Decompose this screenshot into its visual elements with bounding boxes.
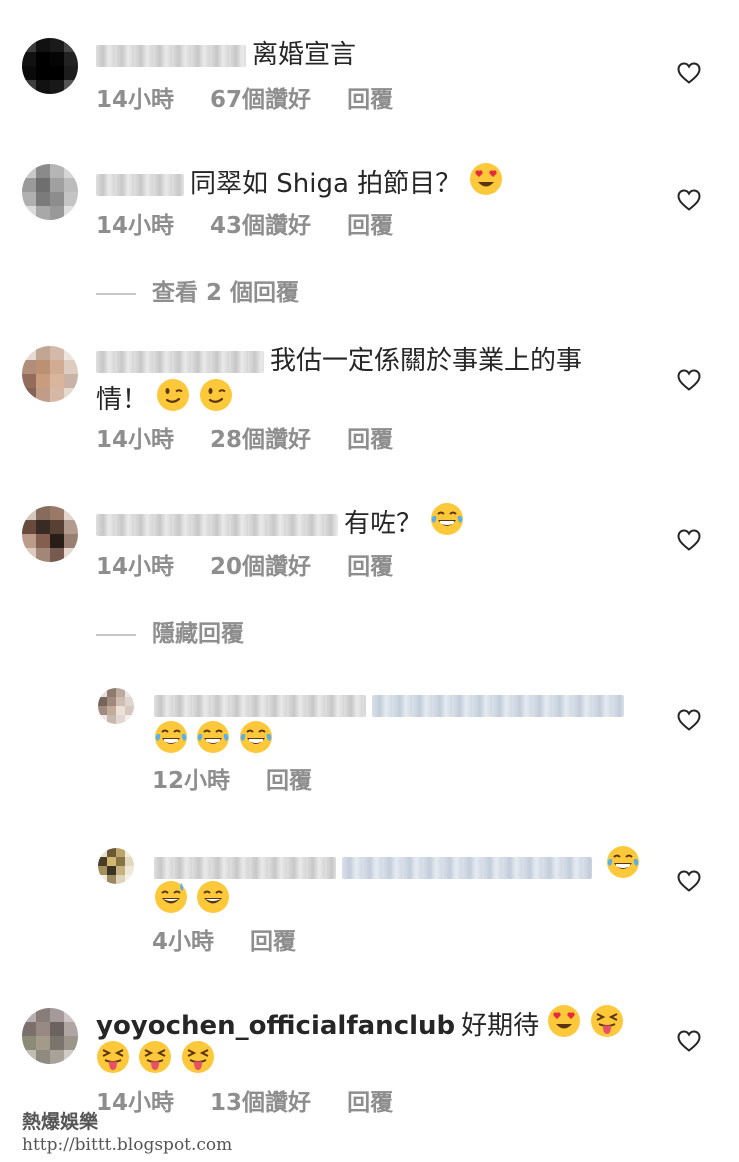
view-replies-button[interactable]: 查看 2 個回覆 — [96, 277, 299, 309]
blurred-username[interactable] — [96, 173, 184, 196]
comment-meta: 14小時 43個讚好 回覆 — [96, 210, 421, 242]
watermark-url: http://bittt.blogspot.com — [22, 1135, 233, 1155]
reply-button[interactable]: 回覆 — [266, 768, 312, 794]
avatar[interactable] — [22, 164, 78, 220]
blurred-username[interactable] — [154, 856, 336, 879]
grin-sweat-emoji-icon — [154, 880, 188, 925]
heart-icon[interactable] — [677, 1030, 701, 1052]
comment-time: 14小時 — [96, 213, 175, 239]
blurred-mention[interactable] — [342, 856, 592, 879]
wink-emoji-icon — [156, 378, 190, 423]
comment-text: 我估一定係關於事業上的事 — [96, 342, 582, 380]
comment-meta: 14小時 67個讚好 回覆 — [96, 84, 421, 116]
laugh-tears-emoji-icon — [430, 502, 464, 547]
laugh-tears-emoji-icon — [606, 845, 640, 890]
comment-text: 同翠如 Shiga 拍節目？ — [96, 162, 503, 207]
avatar[interactable] — [98, 848, 134, 884]
blurred-username[interactable] — [96, 350, 264, 373]
divider — [96, 292, 136, 295]
comment-text-continued: 情！ — [96, 378, 233, 423]
comment-time: 14小時 — [96, 427, 175, 453]
heart-icon[interactable] — [677, 870, 701, 892]
heart-icon[interactable] — [677, 62, 701, 84]
watermark-title: 熱爆娛樂 — [22, 1111, 99, 1133]
reply-button[interactable]: 回覆 — [347, 427, 393, 453]
watermark: 熱爆娛樂 http://bittt.blogspot.com — [22, 1110, 232, 1156]
laugh-tears-emoji-icon — [239, 720, 273, 765]
reply-button[interactable]: 回覆 — [347, 87, 393, 113]
comment-likes[interactable]: 43個讚好 — [210, 213, 311, 239]
avatar[interactable] — [22, 1008, 78, 1064]
heart-icon[interactable] — [677, 709, 701, 731]
tongue-wink-emoji-icon — [181, 1040, 215, 1085]
comment-time: 14小時 — [96, 554, 175, 580]
tongue-wink-emoji-icon — [138, 1040, 172, 1085]
comment-text: 离婚宣言 — [96, 36, 356, 74]
reply-button[interactable]: 回覆 — [347, 1090, 393, 1116]
wink-emoji-icon — [199, 378, 233, 423]
comment-meta: 14小時 28個讚好 回覆 — [96, 424, 421, 456]
reply-time: 4小時 — [152, 929, 215, 955]
reply-meta: 4小時 回覆 — [152, 926, 324, 958]
comment-emoji-line — [96, 1040, 215, 1085]
comment-text: 有咗？ — [96, 502, 464, 547]
divider — [96, 633, 136, 636]
tongue-wink-emoji-icon — [96, 1040, 130, 1085]
heart-eyes-emoji-icon — [547, 1004, 581, 1049]
avatar[interactable] — [98, 688, 134, 724]
blurred-mention[interactable] — [372, 694, 624, 717]
laugh-tears-emoji-icon — [196, 720, 230, 765]
heart-eyes-emoji-icon — [469, 162, 503, 207]
reply-emoji-line — [154, 720, 273, 765]
username-link[interactable]: yoyochen_officialfanclub — [96, 1011, 455, 1041]
avatar[interactable] — [22, 506, 78, 562]
reply-text — [154, 686, 630, 724]
reply-button[interactable]: 回覆 — [250, 929, 296, 955]
blurred-username[interactable] — [96, 513, 338, 536]
comment-likes[interactable]: 67個讚好 — [210, 87, 311, 113]
laugh-tears-emoji-icon — [154, 720, 188, 765]
heart-icon[interactable] — [677, 369, 701, 391]
reply-emoji-line — [154, 880, 230, 925]
tongue-wink-emoji-icon — [590, 1004, 624, 1049]
avatar[interactable] — [22, 346, 78, 402]
reply-button[interactable]: 回覆 — [347, 554, 393, 580]
hide-replies-button[interactable]: 隱藏回覆 — [96, 618, 244, 650]
blurred-username[interactable] — [154, 694, 366, 717]
reply-meta: 12小時 回覆 — [152, 765, 340, 797]
heart-icon[interactable] — [677, 189, 701, 211]
reply-time: 12小時 — [152, 768, 231, 794]
reply-button[interactable]: 回覆 — [347, 213, 393, 239]
avatar[interactable] — [22, 38, 78, 94]
heart-icon[interactable] — [677, 529, 701, 551]
comment-likes[interactable]: 20個讚好 — [210, 554, 311, 580]
comment-likes[interactable]: 28個讚好 — [210, 427, 311, 453]
blurred-username[interactable] — [96, 44, 246, 67]
grin-emoji-icon — [196, 880, 230, 925]
comment-meta: 14小時 20個讚好 回覆 — [96, 551, 421, 583]
comment-time: 14小時 — [96, 87, 175, 113]
